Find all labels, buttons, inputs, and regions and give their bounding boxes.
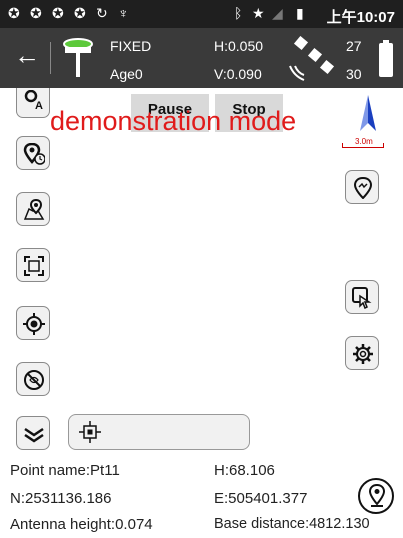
- capture-point-icon[interactable]: [79, 421, 101, 443]
- pin-location-button[interactable]: [358, 478, 394, 514]
- h-value: H:68.106: [214, 462, 275, 479]
- n-value: N:2531136.186: [10, 490, 112, 507]
- hide-tool[interactable]: [16, 362, 50, 396]
- point-info-panel: Point name:Pt11 H:68.106 N:2531136.186 E…: [0, 458, 403, 538]
- back-arrow-icon[interactable]: ←: [14, 42, 40, 68]
- signal-icon: ◢: [272, 5, 283, 21]
- status-bar: ✪ ✪ ✪ ✪ ↻ ♆ ᛒ ★ ◢ ▮ 上午10:07: [0, 0, 403, 28]
- expand-tool[interactable]: [16, 416, 50, 450]
- sim-icon: ▮: [296, 5, 304, 21]
- h-precision: H:0.050: [214, 38, 264, 54]
- sync-icon: ↻: [96, 5, 108, 21]
- notification-icon: ✪: [52, 5, 64, 21]
- base-distance: Base distance:4812.130: [214, 516, 370, 532]
- satellites-used: 27: [346, 38, 362, 54]
- map-point-tool[interactable]: [16, 192, 50, 226]
- touch-tool[interactable]: [345, 280, 379, 314]
- settings-tool[interactable]: [345, 336, 379, 370]
- point-name: Point name:Pt11: [10, 462, 120, 479]
- battery-icon: [379, 40, 393, 77]
- satellite-icon: [289, 36, 335, 81]
- antenna-height: Antenna height:0.074: [10, 516, 153, 533]
- gnss-header: ← FIXED Age0 H:0.050 V:0.090 27 30: [0, 28, 403, 88]
- locate-tool[interactable]: [16, 306, 50, 340]
- point-label-tool[interactable]: A: [16, 88, 50, 118]
- e-value: E:505401.377: [214, 490, 308, 507]
- notification-icon: ✪: [74, 5, 86, 21]
- location-pin-icon: [368, 484, 386, 507]
- timed-point-tool[interactable]: [16, 136, 50, 170]
- full-extent-tool[interactable]: [16, 248, 50, 282]
- age-value: Age0: [110, 66, 143, 82]
- gnss-antenna-icon: [63, 38, 93, 77]
- usb-icon: ♆: [118, 5, 129, 21]
- collect-panel[interactable]: [68, 414, 250, 450]
- v-precision: V:0.090: [214, 66, 262, 82]
- status-time: 上午10:07: [326, 9, 395, 26]
- demo-mode-banner: demonstration mode: [50, 106, 297, 136]
- north-arrow-icon: [360, 95, 376, 131]
- bluetooth-icon: ᛒ: [234, 5, 243, 21]
- star-icon: ★: [252, 5, 265, 21]
- notification-icon: ✪: [8, 5, 20, 21]
- route-tool[interactable]: [345, 170, 379, 204]
- notification-icon: ✪: [30, 5, 42, 21]
- svg-text:A: A: [35, 100, 43, 110]
- divider: [50, 42, 51, 74]
- satellites-visible: 30: [346, 66, 362, 82]
- fix-status: FIXED: [110, 38, 152, 54]
- scale-label: 3.0m: [355, 137, 373, 146]
